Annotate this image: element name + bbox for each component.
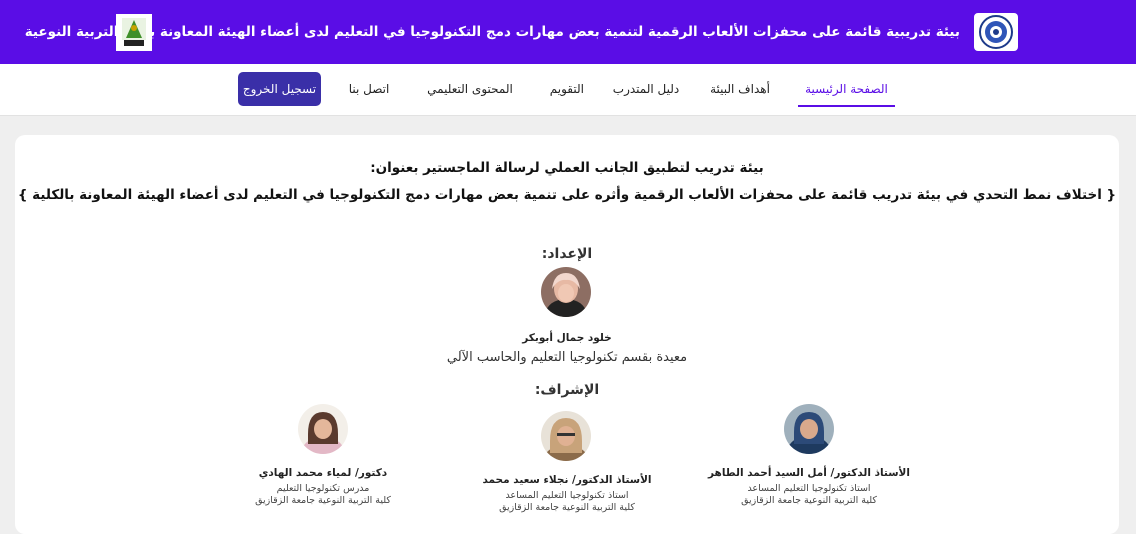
preparer-role: معيدة بقسم تكنولوجيا التعليم والحاسب الآ… xyxy=(446,350,688,365)
supervisor-2-name: الأستاذ الدكتور/ نجلاء سعيد محمد xyxy=(482,474,652,486)
nav-content[interactable]: المحتوى التعليمي xyxy=(425,64,515,116)
preparer-name: خلود جمال أبوبكر xyxy=(522,332,612,344)
supervisor-1-org: كلية التربية النوعية جامعة الزقازيق xyxy=(741,495,877,506)
nav-trainee-guide[interactable]: دليل المتدرب xyxy=(610,64,682,116)
supervisor-2-role: استاذ تكنولوجيا التعليم المساعد xyxy=(505,490,629,501)
supervisor-3-role: مدرس تكنولوجيا التعليم xyxy=(276,483,370,494)
university-logo[interactable] xyxy=(974,13,1018,51)
nav-evaluation[interactable]: التقويم xyxy=(550,64,584,116)
supervisor-3-org: كلية التربية النوعية جامعة الزقازيق xyxy=(255,495,391,506)
logout-button[interactable]: تسجيل الخروج xyxy=(238,72,321,106)
main-nav: الصفحة الرئيسية أهداف البيئة دليل المتدر… xyxy=(0,64,1136,116)
nav-goals[interactable]: أهداف البيئة xyxy=(708,64,772,116)
supervisor-2-org: كلية التربية النوعية جامعة الزقازيق xyxy=(499,502,635,513)
supervisor-3-name: دكتور/ لمياء محمد الهادي xyxy=(258,467,388,479)
intro-line-1: بيئة تدريب لتطبيق الجانب العملي لرسالة ا… xyxy=(370,160,764,176)
intro-line-2: { اختلاف نمط التحدي في بيئة تدريب قائمة … xyxy=(17,187,1117,203)
faculty-logo[interactable] xyxy=(116,14,152,51)
preparation-label: الإعداد: xyxy=(541,246,593,262)
supervisor-1-name: الأستاذ الدكتور/ أمل السيد أحمد الطاهر xyxy=(708,467,910,479)
nav-contact[interactable]: اتصل بنا xyxy=(346,64,392,116)
content-card: بيئة تدريب لتطبيق الجانب العملي لرسالة ا… xyxy=(15,135,1119,534)
site-title: بيئة تدريبية قائمة على محفزات الألعاب ال… xyxy=(24,24,960,40)
preparer-avatar xyxy=(541,267,591,317)
supervisor-3-avatar xyxy=(298,404,348,454)
site-header: بيئة تدريبية قائمة على محفزات الألعاب ال… xyxy=(0,0,1136,64)
supervisor-1-role: استاذ تكنولوجيا التعليم المساعد xyxy=(747,483,871,494)
supervisor-1-avatar xyxy=(784,404,834,454)
supervisor-2-avatar xyxy=(541,411,591,461)
supervision-label: الإشراف: xyxy=(534,382,600,398)
nav-home[interactable]: الصفحة الرئيسية xyxy=(798,64,895,116)
